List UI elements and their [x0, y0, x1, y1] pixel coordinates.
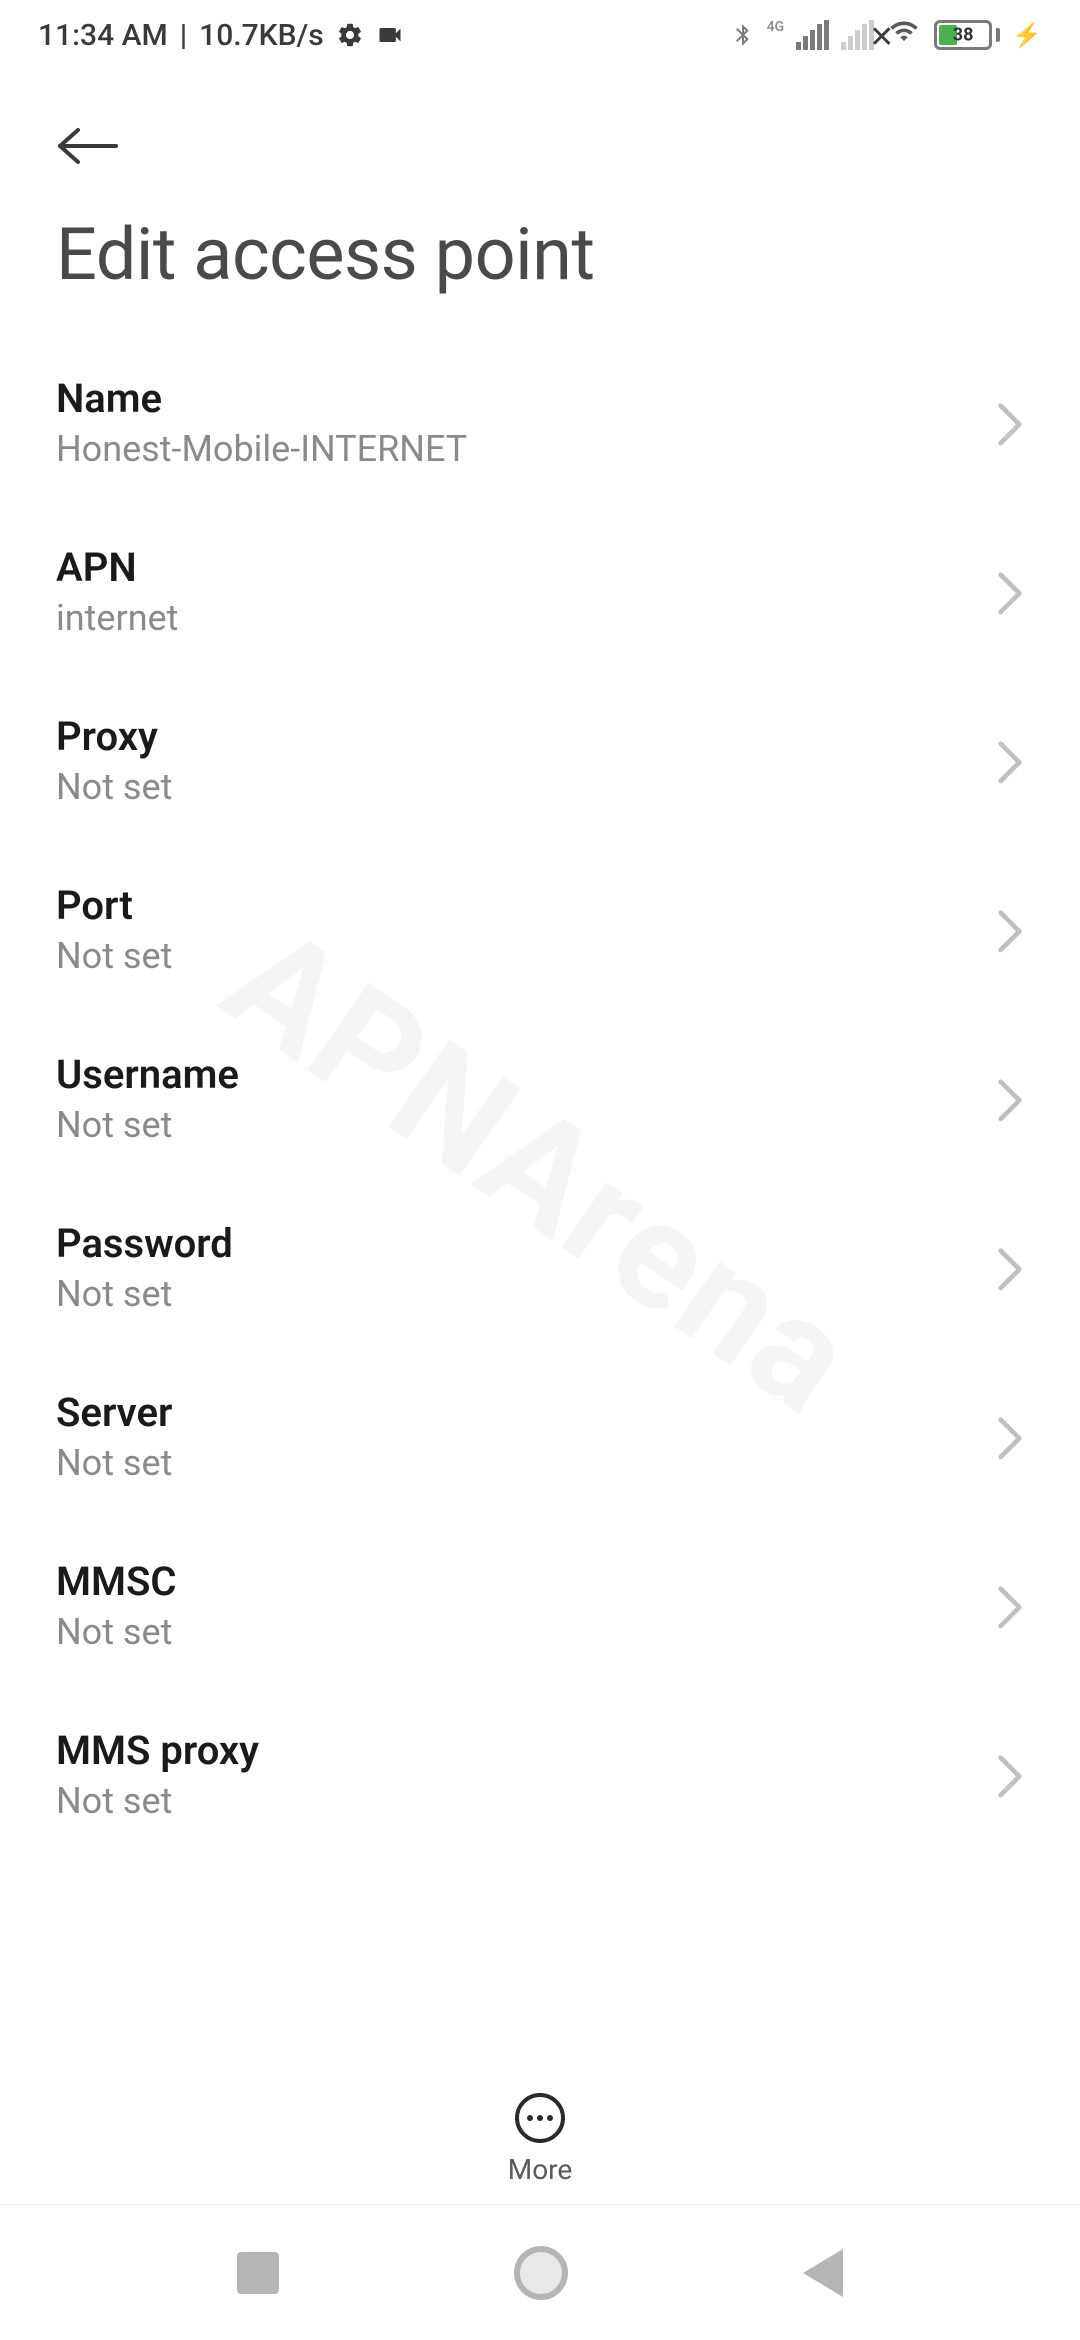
- status-separator: |: [180, 18, 187, 53]
- cellular-signal-2-icon: ✕: [841, 20, 874, 50]
- chevron-right-icon: [996, 1584, 1024, 1628]
- setting-apn[interactable]: APN internet: [56, 506, 1024, 675]
- cellular-signal-icon: [796, 20, 829, 50]
- chevron-right-icon: [996, 1246, 1024, 1290]
- setting-value: internet: [56, 597, 996, 639]
- chevron-right-icon: [996, 1753, 1024, 1797]
- setting-value: Not set: [56, 1273, 996, 1315]
- setting-mms-proxy[interactable]: MMS proxy Not set: [56, 1689, 1024, 1858]
- chevron-right-icon: [996, 908, 1024, 952]
- settings-list: Name Honest-Mobile-INTERNET APN internet…: [0, 337, 1080, 1858]
- more-icon: [515, 2093, 565, 2143]
- more-button[interactable]: More: [508, 2093, 573, 2186]
- status-left: 11:34 AM | 10.7KB/s: [38, 18, 404, 53]
- charging-icon: ⚡: [1012, 21, 1042, 49]
- setting-mmsc[interactable]: MMSC Not set: [56, 1520, 1024, 1689]
- gear-icon: [336, 21, 364, 49]
- battery-indicator: 38: [934, 20, 1000, 50]
- setting-label: APN: [56, 544, 996, 591]
- setting-label: Username: [56, 1051, 996, 1098]
- nav-home-button[interactable]: [514, 2246, 568, 2300]
- setting-value: Not set: [56, 1104, 996, 1146]
- chevron-right-icon: [996, 401, 1024, 445]
- setting-port[interactable]: Port Not set: [56, 844, 1024, 1013]
- nav-recents-button[interactable]: [237, 2252, 279, 2294]
- bottom-toolbar: More: [0, 2075, 1080, 2205]
- status-right: 4G ✕ 38 ⚡: [731, 16, 1042, 54]
- back-button[interactable]: [56, 120, 120, 172]
- chevron-right-icon: [996, 1077, 1024, 1121]
- status-time: 11:34 AM: [38, 18, 168, 53]
- page-title: Edit access point: [0, 192, 1080, 337]
- setting-username[interactable]: Username Not set: [56, 1013, 1024, 1182]
- setting-password[interactable]: Password Not set: [56, 1182, 1024, 1351]
- status-data-rate: 10.7KB/s: [199, 18, 324, 53]
- bluetooth-icon: [731, 20, 755, 50]
- setting-label: Name: [56, 375, 996, 422]
- setting-proxy[interactable]: Proxy Not set: [56, 675, 1024, 844]
- setting-label: Server: [56, 1389, 996, 1436]
- chevron-right-icon: [996, 570, 1024, 614]
- setting-server[interactable]: Server Not set: [56, 1351, 1024, 1520]
- chevron-right-icon: [996, 739, 1024, 783]
- system-nav-bar: [0, 2205, 1080, 2340]
- nav-back-button[interactable]: [803, 2249, 843, 2297]
- setting-value: Not set: [56, 1780, 996, 1822]
- camera-icon: [376, 21, 404, 49]
- setting-value: Honest-Mobile-INTERNET: [56, 428, 996, 470]
- network-type: 4G: [767, 19, 785, 35]
- more-label: More: [508, 2153, 573, 2186]
- setting-label: Proxy: [56, 713, 996, 760]
- setting-name[interactable]: Name Honest-Mobile-INTERNET: [56, 337, 1024, 506]
- battery-percent: 38: [953, 25, 974, 46]
- chevron-right-icon: [996, 1415, 1024, 1459]
- setting-value: Not set: [56, 766, 996, 808]
- setting-label: Password: [56, 1220, 996, 1267]
- setting-value: Not set: [56, 1611, 996, 1653]
- setting-label: Port: [56, 882, 996, 929]
- setting-value: Not set: [56, 935, 996, 977]
- setting-value: Not set: [56, 1442, 996, 1484]
- setting-label: MMS proxy: [56, 1727, 996, 1774]
- status-bar: 11:34 AM | 10.7KB/s 4G ✕ 38: [0, 0, 1080, 70]
- setting-label: MMSC: [56, 1558, 996, 1605]
